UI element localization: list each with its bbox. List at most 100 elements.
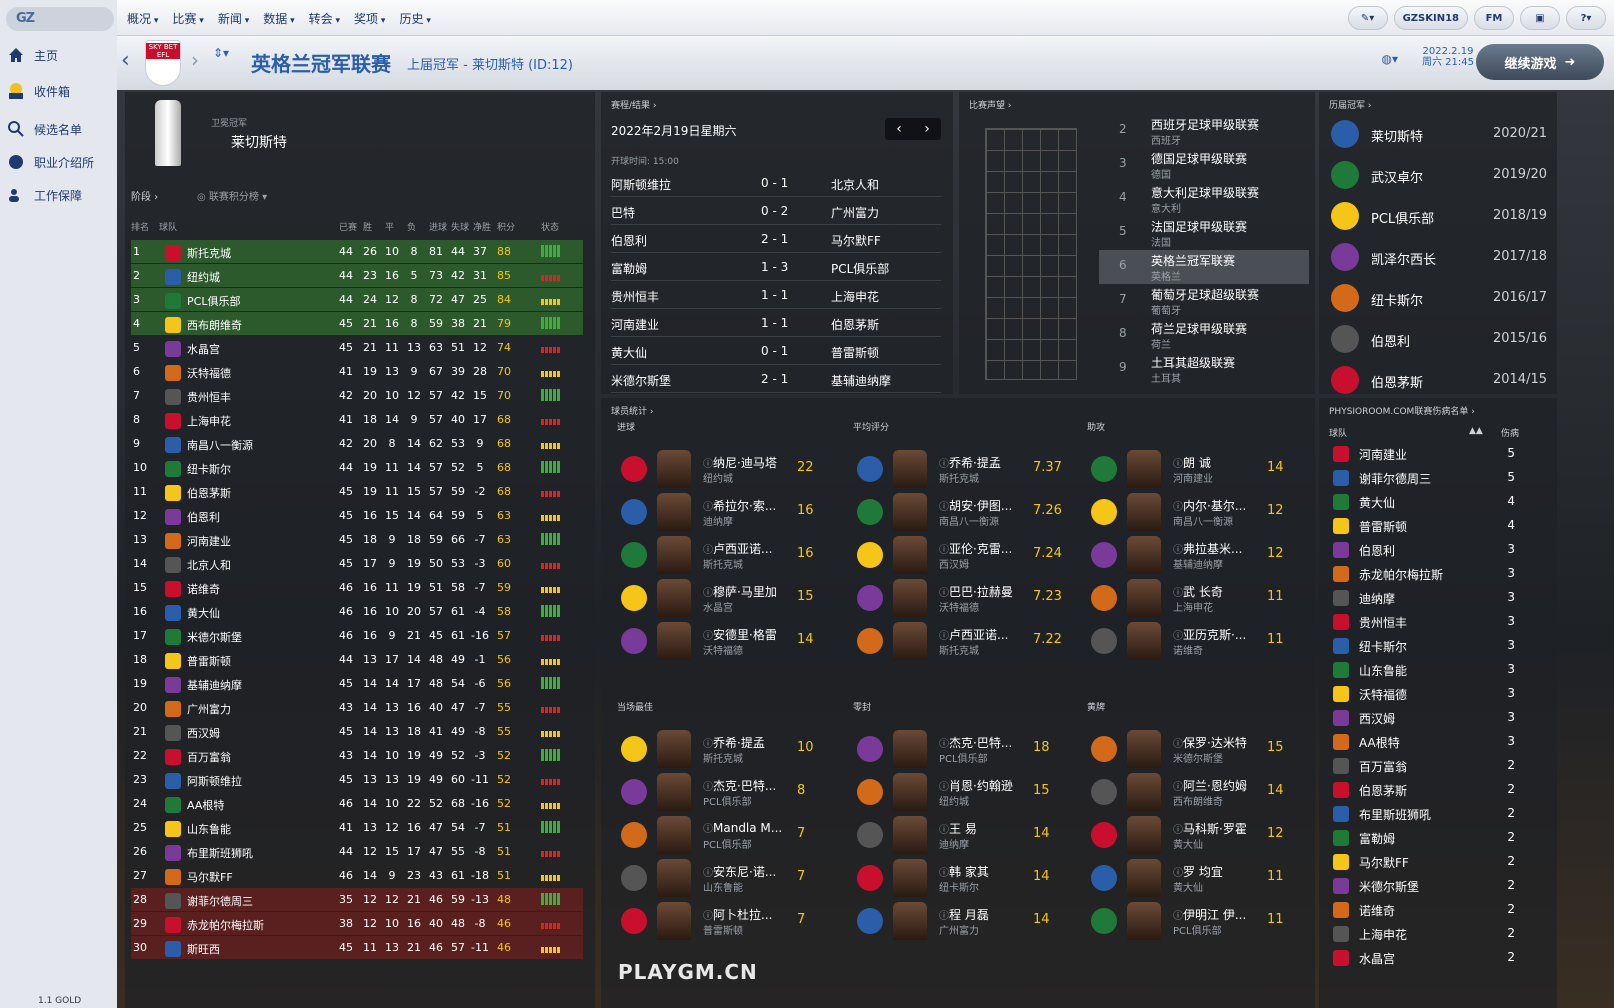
player-name[interactable]: 程 月磊 xyxy=(939,906,989,923)
edit-button[interactable]: ✎▾ xyxy=(1347,6,1388,30)
player-row[interactable]: 阿卜杜拉...普雷斯顿 7 xyxy=(601,900,831,942)
player-name[interactable]: 肖恩·约翰逊 xyxy=(939,777,1013,794)
player-name[interactable]: 王 易 xyxy=(939,820,977,837)
stat-group-label[interactable]: 平均评分 xyxy=(853,420,889,433)
away-team[interactable]: 基辅迪纳摩 xyxy=(831,372,891,389)
injury-row[interactable]: 河南建业 5 xyxy=(1327,442,1551,466)
table-row[interactable]: 8 上海申花 41 18 14 9 57 40 17 68 xyxy=(131,408,583,431)
table-row[interactable]: 1 斯托克城 44 26 10 8 81 44 37 88 xyxy=(131,240,583,263)
table-row[interactable]: 6 沃特福德 41 19 13 9 67 39 28 70 xyxy=(131,360,583,383)
club-name[interactable]: 沃特福德 xyxy=(1359,686,1407,703)
team-name[interactable]: 斯托克城 xyxy=(187,245,231,261)
away-team[interactable]: 伯恩茅斯 xyxy=(831,316,879,333)
club-name[interactable]: 纽卡斯尔 xyxy=(1371,290,1423,309)
form-indicator[interactable] xyxy=(541,749,565,761)
away-team[interactable]: 马尔默FF xyxy=(831,232,881,249)
club-name[interactable]: PCL俱乐部 xyxy=(1371,208,1434,227)
team-name[interactable]: 斯旺西 xyxy=(187,941,220,957)
table-row[interactable]: 10 纽卡斯尔 44 19 11 14 57 52 5 68 xyxy=(131,456,583,479)
injury-row[interactable]: 伯恩茅斯 2 xyxy=(1327,778,1551,802)
team-name[interactable]: 水晶宫 xyxy=(187,341,220,357)
fixture-row[interactable]: 贵州恒丰 1 - 1 上海申花 xyxy=(611,282,941,309)
injury-row[interactable]: 诺维奇 2 xyxy=(1327,898,1551,922)
club-name[interactable]: 凯泽尔西长 xyxy=(1371,249,1436,268)
help-button[interactable]: ? ▾ xyxy=(1566,6,1606,30)
player-row[interactable]: 巴巴·拉赫曼沃特福德 7.23 xyxy=(837,577,1067,619)
player-club[interactable]: 纽卡斯尔 xyxy=(939,879,979,894)
col-header[interactable]: 净胜 xyxy=(473,220,491,233)
team-name[interactable]: 阿斯顿维拉 xyxy=(187,773,242,789)
club-name[interactable]: 西汉姆 xyxy=(1359,710,1395,727)
player-club[interactable]: 米德尔斯堡 xyxy=(1173,750,1223,765)
league-row[interactable]: 7 葡萄牙足球超级联赛 葡萄牙 xyxy=(1099,284,1309,318)
score[interactable]: 1 - 3 xyxy=(761,260,788,274)
form-indicator[interactable] xyxy=(541,845,565,857)
player-row[interactable]: 内尔·基尔...南昌八一衡源 12 xyxy=(1071,491,1301,533)
player-name[interactable]: 马科斯·罗霍 xyxy=(1173,820,1247,837)
form-indicator[interactable] xyxy=(541,509,565,521)
player-name[interactable]: 纳尼·迪马塔 xyxy=(703,454,777,471)
player-name[interactable]: 阿卜杜拉... xyxy=(703,906,772,923)
champion-row[interactable]: 武汉卓尔 2019/20 xyxy=(1327,155,1551,195)
stat-group-label[interactable]: 当场最佳 xyxy=(617,700,653,713)
away-team[interactable]: 普雷斯顿 xyxy=(831,344,879,361)
player-name[interactable]: 阿兰·恩约姆 xyxy=(1173,777,1247,794)
table-row[interactable]: 30 斯旺西 45 11 13 21 46 57 -11 46 xyxy=(131,936,583,959)
stat-group-label[interactable]: 黄牌 xyxy=(1087,700,1105,713)
back-arrow-icon[interactable]: ‹ xyxy=(121,48,130,73)
player-name[interactable]: 保罗·达米特 xyxy=(1173,734,1247,751)
player-name[interactable]: 希拉尔·索... xyxy=(703,497,776,514)
player-name[interactable]: 内尔·基尔... xyxy=(1173,497,1246,514)
stat-group-label[interactable]: 零封 xyxy=(853,700,871,713)
injury-row[interactable]: 米德尔斯堡 2 xyxy=(1327,874,1551,898)
player-row[interactable]: 乔希·提孟斯托克城 7.37 xyxy=(837,448,1067,490)
form-indicator[interactable] xyxy=(541,461,565,473)
stage-selector[interactable]: 阶段 › xyxy=(131,188,158,203)
nav-shortlist[interactable]: 候选名单 xyxy=(6,116,82,142)
player-club[interactable]: 纽约城 xyxy=(703,470,733,485)
league-name[interactable]: 意大利足球甲级联赛 xyxy=(1151,184,1259,201)
table-row[interactable]: 25 山东鲁能 41 13 12 16 47 54 -7 51 xyxy=(131,816,583,839)
player-club[interactable]: 斯托克城 xyxy=(703,556,743,571)
forward-arrow-icon[interactable]: › xyxy=(191,48,199,72)
player-name[interactable]: 胡安·伊图... xyxy=(939,497,1012,514)
league-name[interactable]: 荷兰足球甲级联赛 xyxy=(1151,320,1247,337)
injury-row[interactable]: 上海申花 2 xyxy=(1327,922,1551,946)
club-name[interactable]: 黄大仙 xyxy=(1359,494,1395,511)
team-name[interactable]: 百万富翁 xyxy=(187,749,231,765)
table-row[interactable]: 28 谢菲尔德周三 35 12 12 21 46 59 -13 48 xyxy=(131,888,583,911)
injury-row[interactable]: 布里斯班狮吼 2 xyxy=(1327,802,1551,826)
player-name[interactable]: 杰克·巴特... xyxy=(939,734,1012,751)
champion-row[interactable]: 伯恩茅斯 2014/15 xyxy=(1327,360,1551,400)
form-indicator[interactable] xyxy=(541,389,565,401)
club-name[interactable]: 山东鲁能 xyxy=(1359,662,1407,679)
table-row[interactable]: 18 普雷斯顿 44 13 17 14 48 49 -1 56 xyxy=(131,648,583,671)
player-name[interactable]: 乔希·提孟 xyxy=(703,734,765,751)
player-name[interactable]: 弗拉基米... xyxy=(1173,540,1242,557)
club-name[interactable]: 莱切斯特 xyxy=(1371,126,1423,145)
player-row[interactable]: 乔希·提孟斯托克城 10 xyxy=(601,728,831,770)
league-name[interactable]: 德国足球甲级联赛 xyxy=(1151,150,1247,167)
player-name[interactable]: 韩 家其 xyxy=(939,863,989,880)
player-club[interactable]: PCL俱乐部 xyxy=(703,836,752,851)
home-team[interactable]: 黄大仙 xyxy=(611,344,647,361)
globe-icon[interactable]: ◍▾ xyxy=(1382,52,1399,66)
fixture-row[interactable]: 富勒姆 1 - 3 PCL俱乐部 xyxy=(611,254,941,281)
club-name[interactable]: 伯恩茅斯 xyxy=(1359,782,1407,799)
player-club[interactable]: 诺维奇 xyxy=(1173,642,1203,657)
player-row[interactable]: 安德里·格雷沃特福德 14 xyxy=(601,620,831,662)
fixture-row[interactable]: 巴特 0 - 2 广州富力 xyxy=(611,198,941,225)
league-name[interactable]: 法国足球甲级联赛 xyxy=(1151,218,1247,235)
club-name[interactable]: 水晶宫 xyxy=(1359,950,1395,967)
player-row[interactable]: 卢西亚诺...斯托克城 7.22 xyxy=(837,620,1067,662)
team-name[interactable]: 普雷斯顿 xyxy=(187,653,231,669)
home-team[interactable]: 米德尔斯堡 xyxy=(611,372,671,389)
home-team[interactable]: 贵州恒丰 xyxy=(611,288,659,305)
score[interactable]: 0 - 2 xyxy=(761,204,788,218)
player-row[interactable]: 韩 家其纽卡斯尔 14 xyxy=(837,857,1067,899)
table-row[interactable]: 23 阿斯顿维拉 45 13 13 19 49 60 -11 52 xyxy=(131,768,583,791)
player-name[interactable]: 穆萨·马里加 xyxy=(703,583,777,600)
stats-title[interactable]: 球员统计 xyxy=(611,404,653,417)
player-row[interactable]: 肖恩·约翰逊纽约城 15 xyxy=(837,771,1067,813)
player-row[interactable]: 伊明江 伊...PCL俱乐部 11 xyxy=(1071,900,1301,942)
